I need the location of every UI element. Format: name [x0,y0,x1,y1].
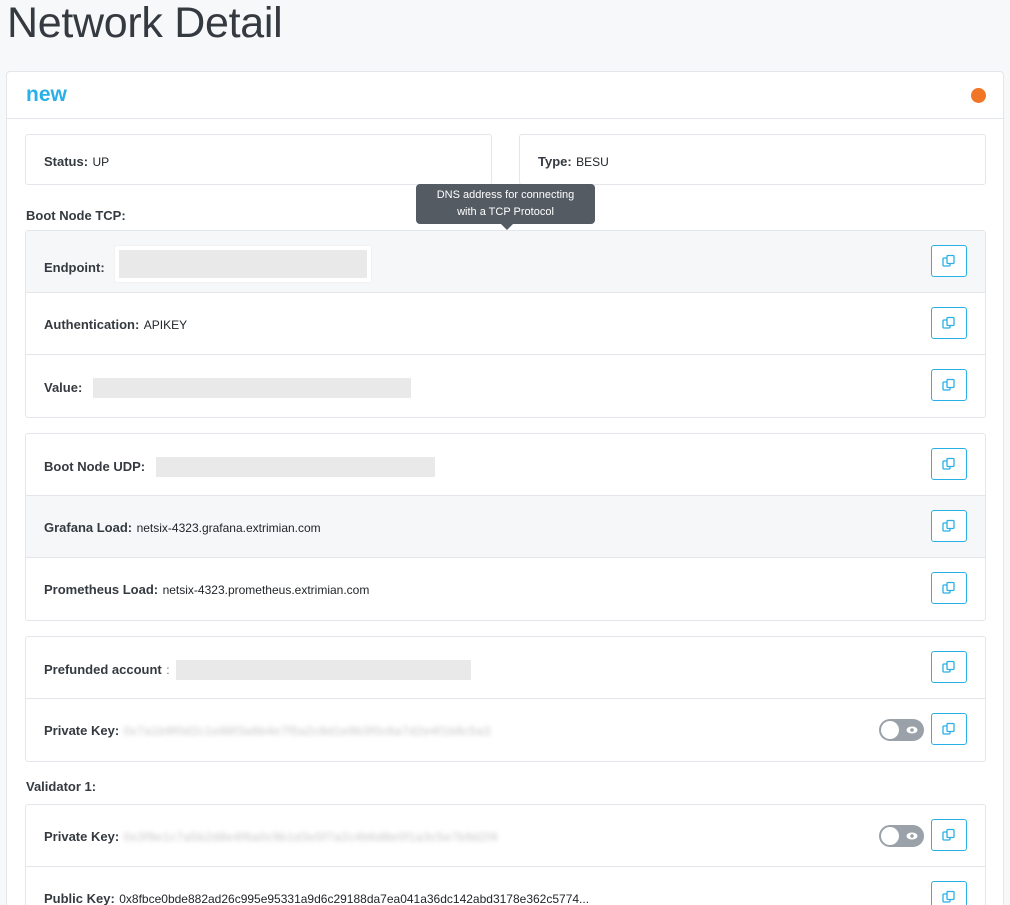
grafana-value: netsix-4323.grafana.extrimian.com [136,521,321,535]
boot-node-udp-redacted [155,457,435,477]
show-prefunded-key-toggle[interactable] [879,719,924,741]
prefunded-account-label: Prefunded account [44,662,162,678]
copy-boot-node-udp-button[interactable] [931,448,967,480]
copy-icon [942,828,955,841]
card-header: new [7,72,1003,119]
value-row: Value: [26,355,985,417]
validator-public-key-row: Public Key: 0x8fbce0bde882ad26c995e95331… [26,867,985,905]
type-box: Type: BESU [519,134,986,185]
status-indicator-dot [971,88,986,103]
status-value: UP [92,155,110,169]
copy-validator-public-key-button[interactable] [931,881,967,905]
network-name: new [26,83,67,106]
value-redacted [92,378,411,398]
boot-node-udp-label: Boot Node UDP: [44,459,146,475]
toggle-knob [881,827,899,845]
endpoint-row: Endpoint: [26,231,985,293]
boot-node-udp-row: Boot Node UDP: [26,434,985,496]
boot-node-tcp-group: Endpoint: Authentication: APIKEY Value: [25,230,986,418]
prometheus-row: Prometheus Load: netsix-4323.prometheus.… [26,558,985,620]
authentication-row: Authentication: APIKEY [26,293,985,355]
validator-1-group: Private Key: 0x3f9e1c7a5b2d8e4f6a0c9b1d3… [25,804,986,905]
tooltip-arrow [501,224,513,230]
copy-prometheus-button[interactable] [931,572,967,604]
validator-1-label: Validator 1: [26,779,97,794]
toggle-knob [881,721,899,739]
copy-grafana-button[interactable] [931,510,967,542]
copy-icon [942,378,955,391]
copy-icon [942,254,955,267]
type-label: Type: [538,154,572,169]
authentication-label: Authentication: [44,317,140,332]
status-label: Status: [44,154,89,169]
grafana-row: Grafana Load: netsix-4323.grafana.extrim… [26,496,985,558]
page-title: Network Detail [7,0,283,47]
copy-icon [942,519,955,532]
copy-validator-private-key-button[interactable] [931,819,967,851]
prefunded-group: Prefunded account : Private Key: 0x7a1b9… [25,636,986,762]
copy-icon [942,660,955,673]
boot-node-tcp-label: Boot Node TCP: [26,208,126,223]
copy-icon [942,722,955,735]
validator-private-key-label: Private Key: [44,829,120,844]
endpoint-label: Endpoint: [44,260,105,276]
copy-icon [942,457,955,470]
prefunded-private-key-label: Private Key: [44,723,120,738]
copy-endpoint-button[interactable] [931,245,967,277]
eye-icon [906,832,918,840]
copy-prefunded-account-button[interactable] [931,651,967,683]
validator-public-key-value: 0x8fbce0bde882ad26c995e95331a9d6c29188da… [119,892,590,905]
eye-icon [906,726,918,734]
prefunded-account-row: Prefunded account : [26,637,985,699]
prefunded-private-key-masked: 0x7a1b9f0d2c1e88f3a6b4e7f5a2c8d1e9b3f0c6… [123,723,491,738]
prefunded-private-key-row: Private Key: 0x7a1b9f0d2c1e88f3a6b4e7f5a… [26,699,985,761]
copy-icon [942,581,955,594]
authentication-value: APIKEY [143,318,188,332]
copy-value-button[interactable] [931,369,967,401]
prometheus-label: Prometheus Load: [44,582,159,597]
value-label: Value: [44,380,83,396]
prometheus-value: netsix-4323.prometheus.extrimian.com [162,583,370,597]
status-box: Status: UP [25,134,492,185]
prefunded-account-redacted [176,660,471,680]
network-services-group: Boot Node UDP: Grafana Load: netsix-4323… [25,433,986,621]
copy-prefunded-private-key-button[interactable] [931,713,967,745]
grafana-label: Grafana Load: [44,520,133,535]
show-validator-key-toggle[interactable] [879,825,924,847]
copy-authentication-button[interactable] [931,307,967,339]
copy-icon [942,316,955,329]
validator-private-key-row: Private Key: 0x3f9e1c7a5b2d8e4f6a0c9b1d3… [26,805,985,867]
validator-private-key-masked: 0x3f9e1c7a5b2d8e4f6a0c9b1d3e5f7a2c4b6d8e… [123,829,499,844]
copy-icon [942,890,955,903]
type-value: BESU [576,155,609,169]
validator-public-key-label: Public Key: [44,891,115,905]
tooltip-text: DNS address for connecting with a TCP Pr… [436,189,575,218]
prefunded-account-separator: : [166,663,170,678]
endpoint-tooltip: DNS address for connecting with a TCP Pr… [416,184,595,230]
endpoint-value-redacted [115,246,372,282]
